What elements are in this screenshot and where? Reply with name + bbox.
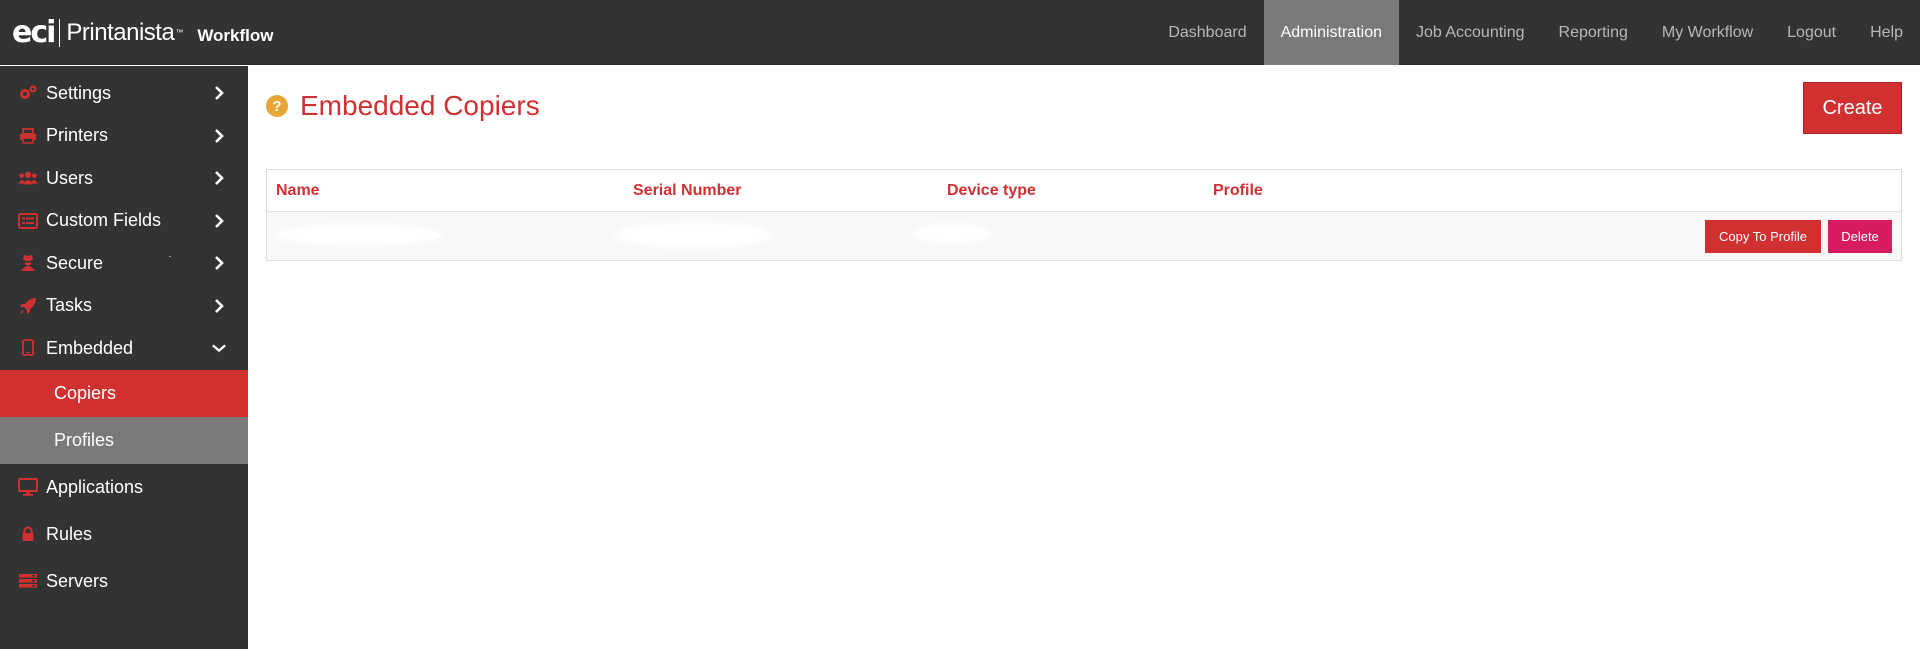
sidebar-item-label: Tasks (46, 295, 93, 316)
main-content: ? Embedded Copiers Create Name Serial Nu… (248, 66, 1920, 649)
nav-my-workflow[interactable]: My Workflow (1645, 0, 1770, 65)
workflow-label: Workflow (197, 25, 274, 45)
sidebar-item-label: Secure (46, 252, 104, 273)
copy-to-profile-button[interactable]: Copy To Profile (1705, 220, 1821, 253)
gears-icon (18, 83, 38, 103)
nav-job-accounting[interactable]: Job Accounting (1399, 0, 1542, 65)
nav-logout[interactable]: Logout (1770, 0, 1853, 65)
redacted-serial-number (619, 226, 769, 244)
sidebar-item-secure[interactable]: Secure (0, 242, 248, 285)
tablet-icon (18, 338, 38, 358)
chevron-right-icon (212, 256, 226, 271)
server-icon (18, 571, 38, 591)
create-button[interactable]: Create (1803, 82, 1902, 134)
sidebar-item-label: Rules (46, 523, 93, 544)
sidebar-item-tasks[interactable]: Tasks (0, 285, 248, 328)
sidebar-item-rules[interactable]: Rules (0, 511, 248, 558)
page-header: ? Embedded Copiers (266, 90, 540, 122)
copiers-table: Name Serial Number Device type Profile C… (266, 169, 1902, 261)
chevron-right-icon (212, 171, 226, 186)
chevron-right-icon (212, 86, 226, 101)
column-header-serial-number[interactable]: Serial Number (633, 182, 741, 200)
sidebar-item-label: Applications (46, 476, 144, 497)
sidebar-item-embedded[interactable]: Embedded (0, 327, 248, 370)
chevron-right-icon (212, 128, 226, 143)
delete-button[interactable]: Delete (1828, 220, 1892, 253)
nav-reporting[interactable]: Reporting (1542, 0, 1645, 65)
logo-separator (59, 18, 61, 47)
sidebar-item-settings[interactable]: Settings (0, 72, 248, 115)
redacted-device-type (917, 228, 987, 240)
help-icon[interactable]: ? (266, 95, 288, 117)
trademark-mark: ™ (175, 28, 184, 37)
chevron-down-icon (212, 341, 226, 355)
chevron-right-icon (212, 298, 226, 313)
nav-administration[interactable]: Administration (1263, 0, 1399, 65)
nav-help[interactable]: Help (1853, 0, 1920, 65)
sidebar-subitem-copiers[interactable]: Copiers (0, 369, 248, 417)
sidebar-item-users[interactable]: Users (0, 157, 248, 200)
sidebar-item-label: Printers (46, 125, 109, 146)
table-header: Name Serial Number Device type Profile (267, 170, 1901, 212)
column-header-profile[interactable]: Profile (1213, 182, 1263, 200)
user-secret-icon (18, 253, 38, 273)
sidebar-item-label: Servers (46, 570, 109, 591)
product-name: Printanista (66, 18, 175, 46)
chevron-right-icon (212, 213, 226, 228)
sidebar-item-printers[interactable]: Printers (0, 115, 248, 158)
column-header-device-type[interactable]: Device type (947, 182, 1036, 200)
column-header-name[interactable]: Name (276, 182, 320, 200)
stray-pixel (169, 256, 171, 257)
list-icon (18, 211, 38, 231)
rocket-icon (18, 296, 38, 316)
users-icon (18, 168, 38, 188)
sidebar-item-custom-fields[interactable]: Custom Fields (0, 200, 248, 243)
printer-icon (18, 126, 38, 146)
sidebar-item-label: Settings (46, 82, 112, 103)
brand-logo[interactable]: eci Printanista ™ Workflow (12, 0, 274, 65)
table-row[interactable]: Copy To Profile Delete (267, 212, 1901, 260)
eci-logo: eci (12, 15, 56, 50)
sidebar: Settings Printers Users Custom Fields Se… (0, 66, 248, 649)
desktop-icon (18, 477, 38, 497)
sidebar-item-label: Embedded (46, 337, 134, 358)
sidebar-item-label: Custom Fields (46, 210, 162, 231)
top-navbar: eci Printanista ™ Workflow Dashboard Adm… (0, 0, 1920, 65)
redacted-name (279, 228, 439, 242)
page-title: Embedded Copiers (300, 90, 540, 121)
main-nav: Dashboard Administration Job Accounting … (1151, 0, 1920, 65)
sidebar-subitem-profiles[interactable]: Profiles (0, 416, 248, 464)
lock-icon (18, 524, 38, 544)
sidebar-item-servers[interactable]: Servers (0, 558, 248, 605)
nav-dashboard[interactable]: Dashboard (1151, 0, 1263, 65)
sidebar-item-label: Users (46, 167, 94, 188)
sidebar-item-applications[interactable]: Applications (0, 464, 248, 511)
